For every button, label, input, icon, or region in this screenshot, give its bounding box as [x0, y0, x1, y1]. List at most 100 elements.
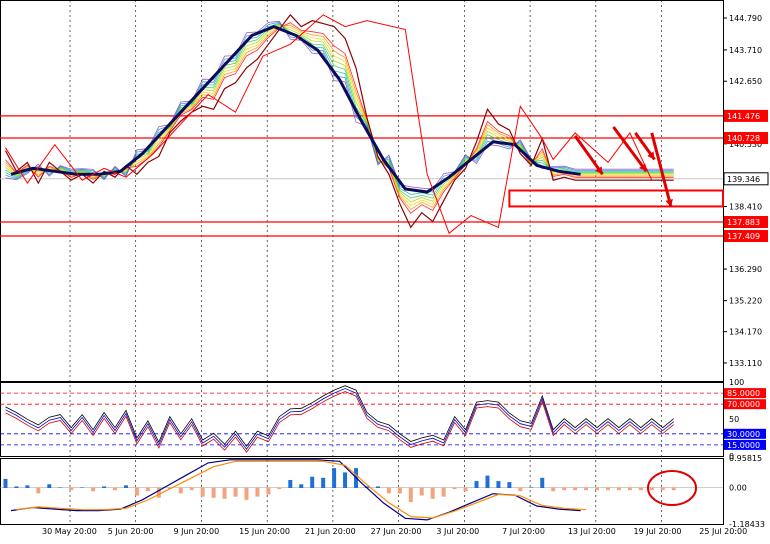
macd-histogram-bar [36, 487, 41, 494]
macd-histogram-bar [332, 468, 337, 489]
macd-histogram-bar [343, 472, 348, 489]
level-price-tag-label: 137.883 [727, 218, 760, 227]
macd-histogram-bar [474, 481, 479, 489]
macd-histogram-bar [386, 487, 391, 494]
macd-histogram-bar [573, 487, 578, 491]
macd-histogram-bar [584, 487, 589, 491]
projection-arrow [573, 134, 604, 176]
chart-canvas: 144.790143.710142.650141.570140.530139.4… [0, 0, 769, 536]
macd-histogram-bar [200, 487, 205, 497]
price-series-line [4, 13, 674, 229]
price-axis-tick-label: 144.790 [729, 14, 762, 23]
moving-average-ribbon-line [5, 24, 674, 211]
macd-axis-tick-label: 0.00 [729, 484, 747, 493]
macd-histogram-bar [156, 487, 161, 498]
time-axis-tick-label: 27 Jun 20:00 [371, 527, 422, 536]
macd-histogram-bar [91, 487, 96, 492]
macd-histogram-bar [102, 486, 107, 489]
macd-histogram-bar [244, 487, 249, 500]
macd-histogram-bar [3, 478, 8, 489]
macd-histogram-bar [507, 482, 512, 489]
macd-histogram-bar [134, 487, 139, 496]
level-price-tag-label: 137.409 [727, 232, 760, 241]
price-axis-tick-label: 142.650 [729, 77, 762, 86]
macd-histogram-bar [178, 487, 183, 494]
price-axis-tick-label: 135.220 [729, 297, 762, 306]
stochastic-level-tag-label: 15.0000 [727, 441, 760, 450]
stochastic-line [5, 385, 674, 447]
macd-line [10, 459, 581, 521]
macd-histogram-bar [14, 486, 19, 489]
macd-histogram-bar [189, 487, 194, 491]
macd-histogram-bar [660, 487, 665, 491]
time-axis-tick-label: 21 Jun 20:00 [305, 527, 356, 536]
macd-histogram-bar [145, 487, 150, 492]
macd-panel-frame [0, 458, 724, 525]
macd-histogram-bar [518, 487, 523, 492]
macd-histogram-bar [627, 487, 632, 491]
macd-histogram-bar [321, 477, 326, 489]
price-axis-tick-label: 138.410 [729, 202, 762, 211]
macd-histogram-bar [463, 487, 468, 492]
macd-histogram-bar [266, 487, 271, 495]
stochastic-axis-tick-label: 50 [729, 415, 739, 424]
macd-histogram-bar [485, 475, 490, 489]
moving-average-ribbon-line [5, 22, 674, 214]
main-moving-average-line [10, 24, 581, 194]
macd-histogram-bar [540, 477, 545, 489]
stochastic-line [5, 388, 674, 450]
macd-histogram-bar [299, 484, 304, 489]
level-price-tag-label: 141.476 [727, 112, 760, 121]
time-axis-tick-label: 25 Jul 20:00 [699, 527, 747, 536]
macd-histogram-bar [419, 487, 424, 496]
stochastic-line [5, 391, 674, 453]
macd-histogram-bar [496, 481, 501, 489]
price-axis-tick-label: 143.710 [729, 46, 762, 55]
price-axis-tick-label: 134.170 [729, 328, 762, 337]
macd-histogram-bar [397, 487, 402, 494]
time-axis-tick-label: 5 Jun 20:00 [108, 527, 154, 536]
macd-histogram-bar [222, 487, 227, 499]
macd-histogram-bar [310, 476, 315, 489]
stochastic-level-tag-label: 30.0000 [727, 430, 760, 439]
time-axis-tick-label: 3 Jul 20:00 [436, 527, 479, 536]
macd-histogram-bar [375, 486, 380, 489]
macd-histogram-bar [113, 487, 118, 491]
stochastic-axis-tick-label: 100 [729, 378, 744, 387]
macd-histogram-bar [605, 487, 610, 491]
time-axis-tick-label: 9 Jun 20:00 [173, 527, 219, 536]
macd-histogram-bar [441, 487, 446, 497]
level-price-tag-label: 140.728 [727, 134, 760, 143]
macd-histogram-bar [616, 487, 621, 491]
macd-histogram-bar [638, 487, 643, 491]
macd-axis-tick-label: 0.95815 [729, 454, 762, 463]
level-price-tag-label: 139.346 [727, 175, 760, 184]
macd-histogram-bar [562, 487, 567, 491]
time-axis-tick-label: 13 Jul 20:00 [568, 527, 616, 536]
macd-histogram-bar [430, 487, 435, 499]
time-axis-tick-label: 19 Jul 20:00 [634, 527, 682, 536]
macd-histogram-bar [529, 487, 534, 489]
support-zone-box [508, 189, 724, 208]
time-axis-tick-label: 7 Jul 20:00 [502, 527, 545, 536]
macd-histogram-bar [671, 487, 676, 491]
price-axis-tick-label: 136.290 [729, 265, 762, 274]
macd-histogram-bar [25, 485, 30, 489]
time-axis-tick-label: 30 May 20:00 [42, 527, 97, 536]
stochastic-level-tag-label: 70.0000 [727, 400, 760, 409]
time-axis-tick-label: 15 Jun 20:00 [239, 527, 290, 536]
macd-histogram-bar [649, 487, 654, 491]
macd-histogram-bar [47, 484, 52, 489]
macd-histogram-bar [255, 487, 260, 497]
macd-histogram-bar [595, 487, 600, 491]
forex-chart: 144.790143.710142.650141.570140.530139.4… [0, 0, 770, 540]
macd-histogram-bar [408, 487, 413, 503]
macd-histogram-bar [69, 487, 74, 491]
price-axis-tick-label: 133.110 [729, 359, 762, 368]
moving-average-ribbon-line [5, 20, 674, 190]
macd-histogram-bar [58, 487, 63, 489]
stochastic-level-tag-label: 85.0000 [727, 389, 760, 398]
macd-histogram-bar [123, 485, 128, 489]
macd-histogram-bar [233, 487, 238, 497]
macd-histogram-bar [551, 487, 556, 492]
